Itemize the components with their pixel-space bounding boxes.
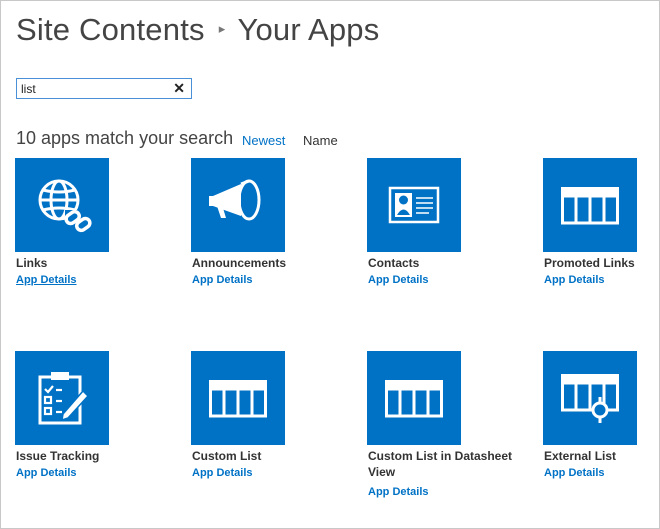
- list-grid-icon: [561, 187, 619, 225]
- app-title-issue-tracking[interactable]: Issue Tracking: [16, 448, 166, 464]
- contact-card-icon: [388, 186, 440, 224]
- clear-search-icon[interactable]: ✕: [173, 80, 185, 97]
- app-tile-contacts[interactable]: [367, 158, 461, 252]
- results-count: 10 apps match your search: [16, 128, 234, 148]
- sort-name-link[interactable]: Name: [303, 133, 338, 148]
- app-tile-custom-list[interactable]: [191, 351, 285, 445]
- app-title-announcements[interactable]: Announcements: [192, 255, 342, 271]
- app-details-link-links[interactable]: App Details: [16, 274, 77, 286]
- app-title-custom-list[interactable]: Custom List: [192, 448, 342, 464]
- app-title-external-list[interactable]: External List: [544, 448, 660, 464]
- sort-newest-link[interactable]: Newest: [242, 133, 285, 148]
- breadcrumb-separator-icon: ▸: [218, 20, 226, 36]
- clipboard-check-icon: [38, 372, 90, 425]
- app-tile-promoted-links[interactable]: [543, 158, 637, 252]
- page-title: Site Contents ▸ Your Apps: [16, 12, 379, 48]
- app-details-link-contacts[interactable]: App Details: [368, 274, 429, 286]
- app-title-promoted-links[interactable]: Promoted Links: [544, 255, 660, 271]
- app-details-link-external-list[interactable]: App Details: [544, 467, 605, 479]
- app-details-link-announcements[interactable]: App Details: [192, 274, 253, 286]
- megaphone-icon: [209, 179, 261, 221]
- app-details-link-promoted-links[interactable]: App Details: [544, 274, 605, 286]
- app-tile-issue-tracking[interactable]: [15, 351, 109, 445]
- app-details-link-issue-tracking[interactable]: App Details: [16, 467, 77, 479]
- app-tile-external-list[interactable]: [543, 351, 637, 445]
- app-title-contacts[interactable]: Contacts: [368, 255, 518, 271]
- search-box: ✕: [16, 78, 192, 99]
- app-details-link-custom-list-datasheet[interactable]: App Details: [368, 486, 429, 498]
- app-tile-links[interactable]: [15, 158, 109, 252]
- breadcrumb-your-apps: Your Apps: [237, 12, 380, 47]
- app-details-link-custom-list[interactable]: App Details: [192, 467, 253, 479]
- globe-link-icon: [38, 179, 92, 233]
- list-grid-icon: [385, 380, 443, 418]
- app-title-custom-list-datasheet[interactable]: Custom List in Datasheet View: [368, 448, 528, 480]
- app-tile-custom-list-datasheet[interactable]: [367, 351, 461, 445]
- external-list-icon: [561, 374, 619, 423]
- app-tile-announcements[interactable]: [191, 158, 285, 252]
- app-title-links[interactable]: Links: [16, 255, 166, 271]
- search-input[interactable]: [21, 81, 171, 96]
- list-grid-icon: [209, 380, 267, 418]
- breadcrumb-site-contents[interactable]: Site Contents: [16, 12, 205, 47]
